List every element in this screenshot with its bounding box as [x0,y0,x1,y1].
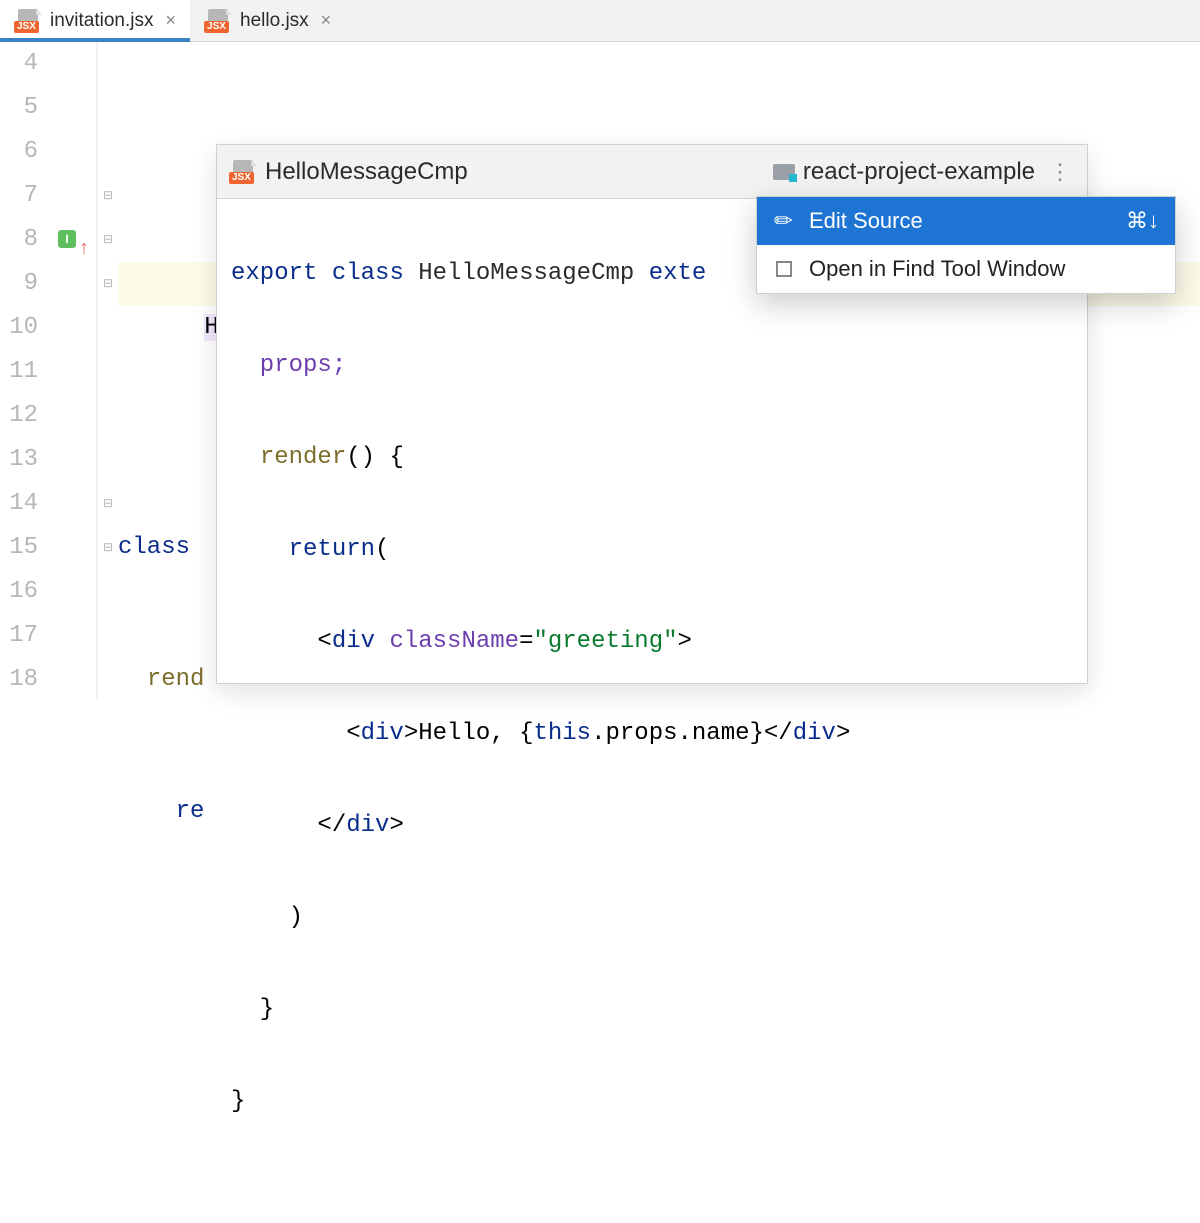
pencil-icon: ✎ [767,204,801,238]
implements-gutter-icon[interactable]: I [58,230,76,248]
jsx-file-icon: JSX [204,9,232,33]
popup-header: JSX HelloMessageCmp react-project-exampl… [217,145,1087,199]
line-number-gutter: 4 5 6 7 8 9 10 11 12 13 14 15 16 17 18 [0,42,44,700]
close-icon[interactable]: × [321,10,332,31]
popup-title: HelloMessageCmp [265,158,468,186]
gutter-icons: I ↑ [44,42,96,700]
fold-end-icon[interactable]: ⊟ [98,526,118,570]
context-menu: ✎ Edit Source ⌘↓ Open in Find Tool Windo… [756,196,1176,294]
fold-end-icon[interactable]: ⊟ [98,482,118,526]
fold-toggle-icon[interactable]: ⊟ [98,218,118,262]
menu-item-label: Edit Source [809,208,923,234]
override-arrow-icon[interactable]: ↑ [78,228,90,272]
popup-project: react-project-example [773,158,1035,186]
tab-invitation[interactable]: JSX invitation.jsx × [0,0,190,41]
fold-toggle-icon[interactable]: ⊟ [98,262,118,306]
fold-toggle-icon[interactable]: ⊟ [98,174,118,218]
popup-code[interactable]: export class HelloMessageCmp exte props;… [217,199,1087,1223]
tab-label: invitation.jsx [50,10,154,32]
menu-item-shortcut: ⌘↓ [1126,208,1159,234]
fold-gutter: ⊟ ⊟ ⊟ ⊟ ⊟ [98,42,118,700]
menu-item-label: Open in Find Tool Window [809,256,1065,282]
window-icon [773,261,795,277]
close-icon[interactable]: × [166,10,177,31]
tab-hello[interactable]: JSX hello.jsx × [190,0,345,41]
menu-item-open-find-tool[interactable]: Open in Find Tool Window [757,245,1175,293]
editor-tab-bar: JSX invitation.jsx × JSX hello.jsx × [0,0,1200,42]
more-options-icon[interactable]: ⋮ [1049,159,1073,185]
jsx-file-icon: JSX [14,9,42,33]
folder-icon [773,164,795,180]
jsx-file-icon: JSX [229,160,257,184]
tab-label: hello.jsx [240,10,309,32]
menu-item-edit-source[interactable]: ✎ Edit Source ⌘↓ [757,197,1175,245]
